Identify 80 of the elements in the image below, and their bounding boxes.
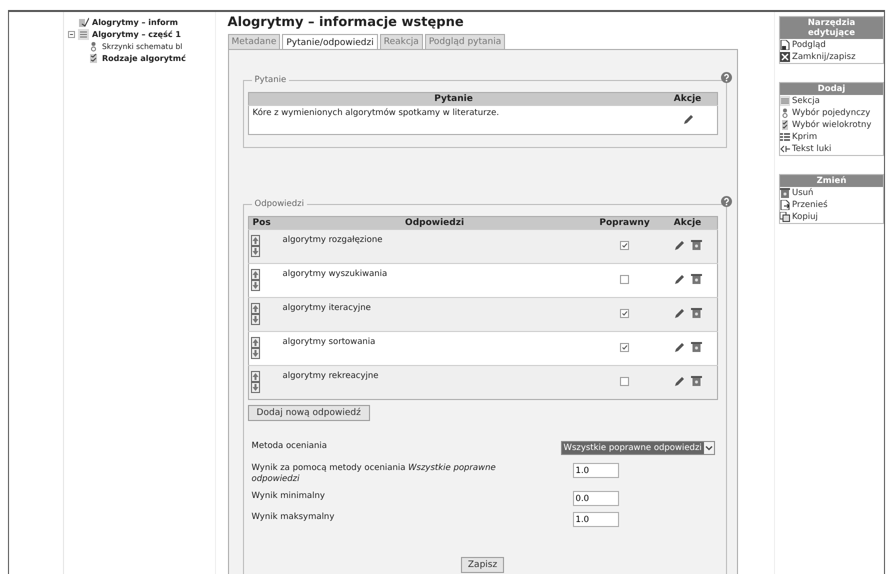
multiple-choice-icon [780,120,790,130]
list-icon [780,96,790,106]
grading-method-select[interactable]: Wszystkie poprawne odpowiedzi [560,441,715,455]
side-menu-item[interactable]: Sekcja [780,95,883,107]
help-icon[interactable] [720,72,732,83]
dropdown-caret-icon [704,443,714,453]
tab[interactable]: Pytanie/odpowiedzi [282,34,378,50]
page-arrow-icon [780,200,790,210]
pencil-icon[interactable] [682,112,694,124]
question-text: Kóre z wymienionych algorytmów spotkamy w literaturze. [252,108,500,118]
side-menu-item[interactable]: Podgląd [780,39,883,51]
text-gap-icon [780,144,790,154]
answer-text: algorytmy iteracyjne [282,303,371,313]
answer-text: algorytmy sortowania [282,337,376,347]
quiz-icon [78,16,89,28]
save-button[interactable]: Zapisz [460,557,504,573]
tree-item[interactable]: Algorytmy – część 1 [92,30,181,38]
column-header: Pytanie [248,92,659,106]
single-choice-icon [780,108,790,118]
add-answer-button[interactable]: Dodaj nową odpowiedź [248,405,370,421]
side-menu-item[interactable]: Zamknij/zapisz [780,51,883,63]
move-arrows-icon[interactable] [250,303,260,325]
side-menu-item[interactable]: Tekst luki [780,143,883,155]
trash-icon[interactable] [691,273,702,285]
side-menu-item[interactable]: Kopiuj [780,211,883,223]
field-label: Wynik za pomocą metody oceniania Wszystkie poprawne odpowiedzi [252,463,497,485]
column-header: Pos [248,216,279,230]
collapse-icon[interactable] [68,30,75,38]
page-title: Alogrytmy – informacje wstępne [228,15,465,30]
copy-icon [780,212,790,222]
answer-text: algorytmy wyszukiwania [282,269,388,279]
close-icon [780,52,790,62]
column-header: Poprawny [590,216,659,230]
field-label: Wynik minimalny [252,491,326,502]
trash-icon[interactable] [691,375,702,387]
column-header: Akcje [658,216,718,230]
checkbox[interactable] [620,274,630,284]
grid-list-icon [780,132,790,142]
side-menu-item[interactable]: Przenieś [780,199,883,211]
side-menu-item[interactable]: Wybór pojedynczy [780,107,883,119]
column-header: Odpowiedzi [278,216,591,230]
side-menu-item[interactable]: Usuń [780,187,883,199]
move-arrows-icon[interactable] [250,235,260,257]
field-label: Wynik maksymalny [252,512,336,523]
move-arrows-icon[interactable] [250,371,260,393]
checkbox[interactable] [620,376,630,386]
trash-icon[interactable] [691,307,702,319]
checkbox[interactable] [620,240,630,250]
tree-item[interactable]: Alogrytmy – inform [92,18,178,26]
pencil-icon[interactable] [673,239,686,251]
move-arrows-icon[interactable] [250,337,260,359]
pencil-icon[interactable] [673,307,686,319]
score-input[interactable]: 1.0 [572,463,619,478]
pencil-icon[interactable] [673,273,686,285]
trash-icon[interactable] [691,239,702,251]
score-input[interactable]: 1.0 [572,512,619,527]
side-menu-item[interactable]: Wybór wielokrotny [780,119,883,131]
answer-text: algorytmy rekreacyjne [282,371,378,381]
column-header: Akcje [658,92,718,106]
panel-title: Zmień [780,175,883,187]
panel-title: Narzędzia edytujące [780,17,883,39]
multiple-choice-icon [88,52,99,64]
list-icon [78,28,89,40]
page-icon [780,40,790,50]
pencil-icon[interactable] [673,375,686,387]
fieldset-legend: Odpowiedzi [252,199,307,209]
single-choice-icon [88,40,99,52]
side-menu-item[interactable]: Kprim [780,131,883,143]
fieldset-legend: Pytanie [252,75,290,85]
trash-icon [780,188,790,198]
pencil-icon[interactable] [673,341,686,353]
answer-text: algorytmy rozgałęzione [282,235,382,245]
checkbox[interactable] [620,308,630,318]
move-arrows-icon[interactable] [250,269,260,291]
checkbox[interactable] [620,342,630,352]
tree-item[interactable]: Rodzaje algorytmć [102,54,186,62]
trash-icon[interactable] [691,341,702,353]
help-icon[interactable] [720,196,732,207]
score-input[interactable]: 0.0 [572,491,619,506]
panel-title: Dodaj [780,83,883,95]
